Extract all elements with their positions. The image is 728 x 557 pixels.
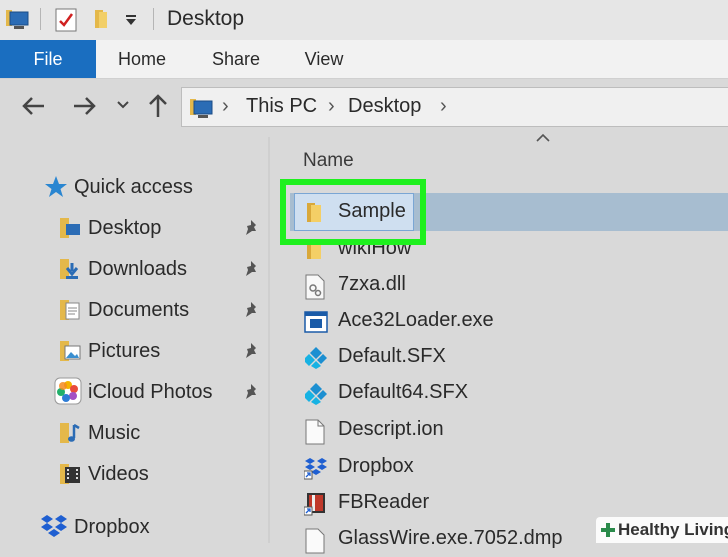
sidebar-item-label: Videos: [88, 463, 149, 485]
file-name: Ace32Loader.exe: [338, 309, 494, 331]
column-header-name[interactable]: Name: [303, 150, 354, 172]
star-icon: [45, 176, 67, 197]
sidebar-item-label: Desktop: [88, 217, 162, 239]
forward-arrow-icon[interactable]: [72, 93, 98, 119]
desktop-folder-icon: [60, 218, 80, 238]
exe-file-icon: [304, 311, 328, 333]
tab-home[interactable]: Home: [106, 40, 178, 78]
file-name: 7zxa.dll: [338, 273, 406, 295]
music-folder-icon: [60, 423, 80, 443]
pictures-folder-icon: [60, 341, 81, 361]
file-name: Dropbox: [338, 455, 414, 477]
back-arrow-icon[interactable]: [20, 93, 46, 119]
ribbon-tabs: File Home Share View: [0, 40, 728, 79]
downloads-folder-icon: [60, 259, 79, 279]
videos-folder-icon: [60, 464, 80, 484]
pin-icon[interactable]: [242, 218, 260, 236]
sidebar-item-videos[interactable]: Videos: [58, 458, 268, 490]
file-row-descript-ion[interactable]: Descript.ion: [298, 414, 728, 448]
dll-file-icon: [305, 274, 325, 300]
kodi-file-icon: [305, 383, 327, 405]
icloud-photos-icon: [54, 377, 82, 405]
file-name: GlassWire.exe.7052.dmp: [338, 527, 563, 549]
sidebar-item-downloads[interactable]: Downloads: [58, 253, 268, 285]
sidebar-item-label: Pictures: [88, 340, 161, 362]
dropbox-shortcut-icon: [304, 458, 327, 480]
highlight-annotation-box: [280, 179, 426, 245]
breadcrumb-chevron-right-icon[interactable]: ›: [328, 95, 335, 118]
sort-ascending-chevron-up-icon[interactable]: [535, 132, 551, 144]
breadcrumb-desktop[interactable]: Desktop: [348, 95, 421, 118]
this-pc-icon: [190, 99, 213, 118]
file-row-ace32loader-exe[interactable]: Ace32Loader.exe: [298, 305, 728, 339]
sidebar-item-label: Quick access: [74, 176, 193, 198]
breadcrumb-chevron-right-icon[interactable]: ›: [222, 95, 229, 118]
file-name: Descript.ion: [338, 418, 444, 440]
sidebar-item-pictures[interactable]: Pictures: [58, 335, 268, 367]
sidebar-item-music[interactable]: Music: [58, 417, 268, 449]
sidebar-item-label: iCloud Photos: [88, 381, 213, 403]
window-title: Desktop: [167, 7, 245, 30]
computer-icon[interactable]: [6, 8, 30, 30]
address-bar[interactable]: › This PC › Desktop ›: [181, 87, 728, 127]
title-separator: [153, 8, 154, 30]
sidebar-item-icloud-photos[interactable]: iCloud Photos: [54, 376, 268, 408]
breadcrumb-chevron-right-icon[interactable]: ›: [440, 95, 447, 118]
tab-share[interactable]: Share: [200, 40, 272, 78]
quick-access-separator: [40, 8, 41, 30]
navigation-bar: › This PC › Desktop ›: [0, 79, 728, 137]
sidebar-item-label: Documents: [88, 299, 190, 321]
watermark-text: Healthy Living: [618, 520, 728, 539]
sidebar-item-dropbox[interactable]: Dropbox: [40, 511, 260, 543]
fbreader-icon: [304, 493, 325, 516]
pin-icon[interactable]: [242, 259, 260, 277]
sidebar-item-label: Music: [88, 422, 141, 444]
recent-locations-chevron-down-icon[interactable]: [116, 99, 130, 111]
blank-file-icon: [305, 528, 325, 554]
title-bar: Desktop: [0, 0, 728, 40]
documents-folder-icon: [60, 300, 80, 320]
file-row-dropbox[interactable]: Dropbox: [298, 451, 728, 485]
sidebar-quick-access[interactable]: Quick access: [44, 171, 244, 203]
customize-toolbar-chevron-down-icon[interactable]: [124, 13, 138, 27]
new-folder-icon[interactable]: [93, 8, 113, 30]
blank-file-icon: [305, 419, 325, 445]
pin-icon[interactable]: [242, 382, 260, 400]
file-row-7zxa-dll[interactable]: 7zxa.dll: [298, 269, 728, 303]
pin-icon[interactable]: [242, 300, 260, 318]
watermark: Healthy Living: [596, 517, 728, 543]
tab-view[interactable]: View: [290, 40, 358, 78]
sidebar-item-documents[interactable]: Documents: [58, 294, 268, 326]
file-name: Default.SFX: [338, 345, 446, 367]
properties-icon[interactable]: [55, 8, 77, 32]
file-name: Default64.SFX: [338, 381, 469, 403]
dropbox-icon: [41, 515, 67, 537]
tab-file[interactable]: File: [0, 40, 96, 78]
kodi-file-icon: [305, 347, 327, 369]
file-row-default64-sfx[interactable]: Default64.SFX: [298, 377, 728, 411]
plus-logo-icon: [601, 523, 615, 537]
sidebar-item-desktop[interactable]: Desktop: [58, 212, 268, 244]
sidebar-item-label: Dropbox: [74, 516, 150, 538]
up-arrow-icon[interactable]: [146, 93, 170, 119]
file-row-default-sfx[interactable]: Default.SFX: [298, 341, 728, 375]
file-name: FBReader: [338, 491, 430, 513]
file-row-fbreader[interactable]: FBReader: [298, 487, 728, 521]
breadcrumb-this-pc[interactable]: This PC: [246, 95, 317, 118]
sidebar-item-label: Downloads: [88, 258, 187, 280]
pin-icon[interactable]: [242, 341, 260, 359]
